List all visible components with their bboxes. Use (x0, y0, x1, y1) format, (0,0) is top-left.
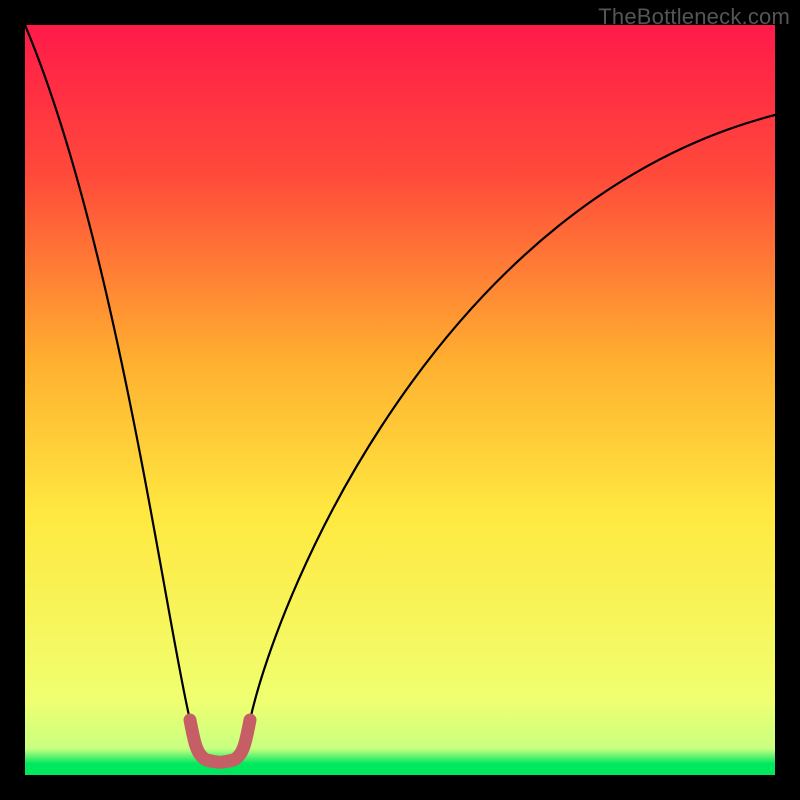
chart-frame: TheBottleneck.com (0, 0, 800, 800)
bottleneck-curve-svg (25, 25, 775, 775)
watermark-text: TheBottleneck.com (598, 4, 790, 30)
green-baseline-band (25, 763, 775, 775)
plot-area (25, 25, 775, 775)
